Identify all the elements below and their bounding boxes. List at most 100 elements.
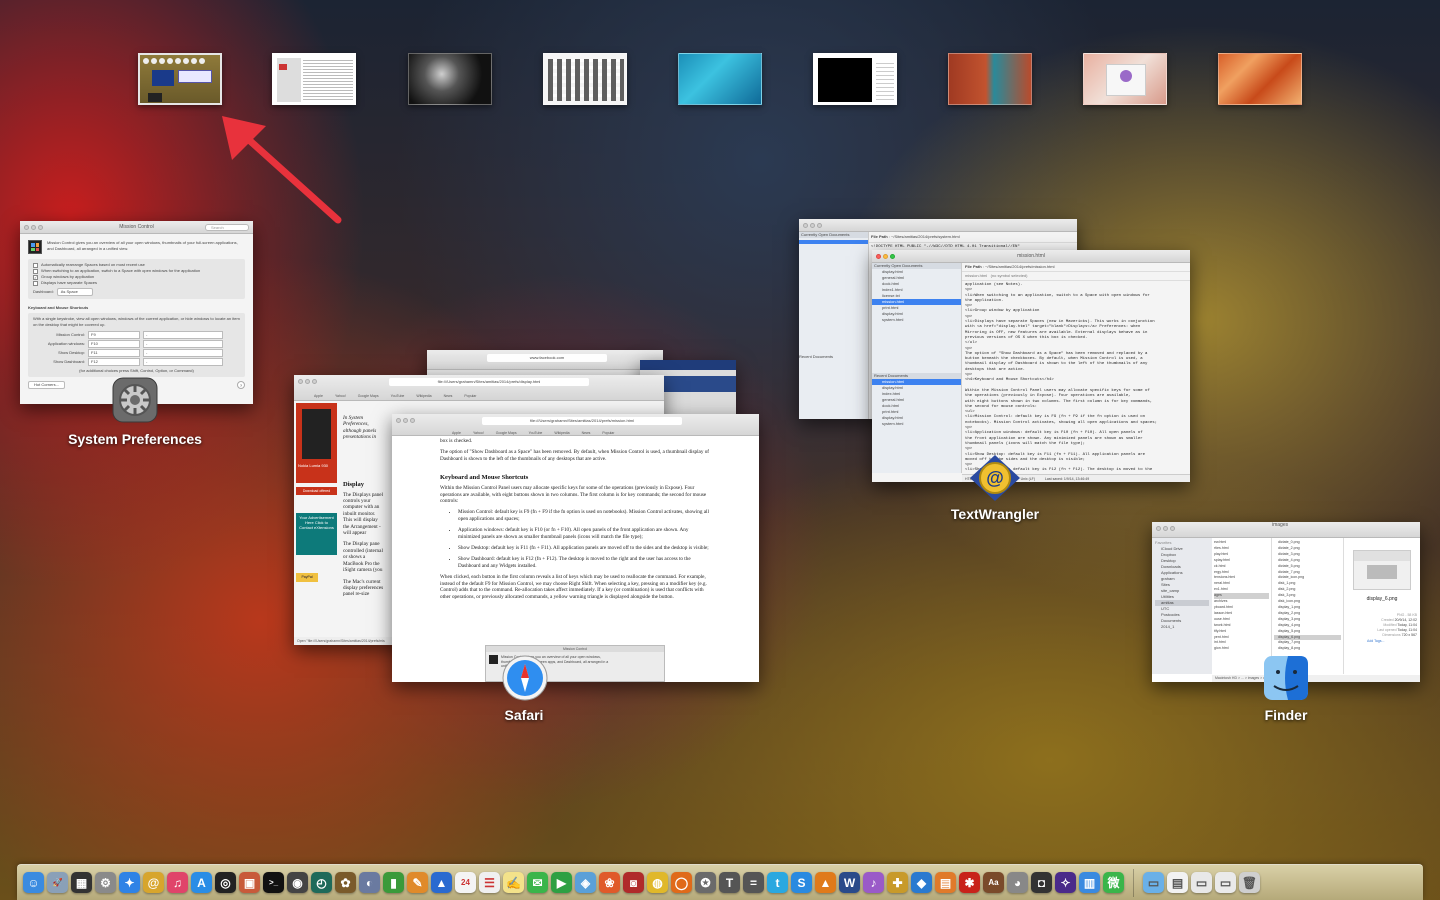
address-bar[interactable]: file:///Users/grahamn/Sites/amitias/2014… bbox=[482, 417, 682, 425]
checkbox[interactable] bbox=[33, 262, 38, 268]
address-bar[interactable]: www.facebook.com bbox=[487, 354, 607, 362]
shortcut-mouse-select[interactable]: - bbox=[143, 331, 223, 339]
maps-dock-icon[interactable]: ◈ bbox=[575, 872, 596, 893]
game-center-dock-icon[interactable]: ◕ bbox=[1007, 872, 1028, 893]
space-desktop-8-thumbnail[interactable] bbox=[1083, 53, 1167, 105]
shortcut-key-select[interactable]: F11 bbox=[88, 349, 140, 357]
app-store-dock-icon[interactable]: A bbox=[191, 872, 212, 893]
acrobat-dock-icon[interactable]: ✱ bbox=[959, 872, 980, 893]
activity-monitor-dock-icon[interactable]: ◉ bbox=[287, 872, 308, 893]
bookmark-item[interactable]: Popular bbox=[464, 390, 476, 403]
skype-dock-icon[interactable]: S bbox=[791, 872, 812, 893]
itunes-alt-dock-icon[interactable]: ♪ bbox=[863, 872, 884, 893]
documents-folder-dock-icon[interactable]: ▤ bbox=[1167, 872, 1188, 893]
symbol-menu[interactable]: (no symbol selected) bbox=[991, 273, 1028, 278]
finder-file-item[interactable]: display_8.png bbox=[1274, 646, 1341, 652]
time-machine-dock-icon[interactable]: ◴ bbox=[311, 872, 332, 893]
shortcut-key-select[interactable]: F9 bbox=[88, 331, 140, 339]
checkbox[interactable]: ✓ bbox=[33, 274, 38, 280]
terminal-dock-icon[interactable]: >_ bbox=[263, 872, 284, 893]
downloads-stack-dock-icon[interactable]: ▭ bbox=[1191, 872, 1212, 893]
preview-dock-icon[interactable]: ▣ bbox=[239, 872, 260, 893]
hot-corners-button[interactable]: Hot Corners... bbox=[28, 381, 65, 389]
word-dock-icon[interactable]: W bbox=[839, 872, 860, 893]
shortcut-mouse-select[interactable]: - bbox=[143, 340, 223, 348]
launchpad-dock-icon[interactable]: 🚀 bbox=[47, 872, 68, 893]
ad-nokia[interactable]: Nokia Lumia 930 bbox=[296, 403, 337, 483]
finder-dock-icon[interactable]: ☺ bbox=[23, 872, 44, 893]
sketch-dock-icon[interactable]: ◆ bbox=[911, 872, 932, 893]
bookmark-item[interactable]: News bbox=[444, 390, 453, 403]
recent-document-item[interactable]: system.html bbox=[872, 421, 961, 427]
bookmark-item[interactable]: Yahoo! bbox=[335, 390, 346, 403]
twitter-dock-icon[interactable]: t bbox=[767, 872, 788, 893]
dashboard-select[interactable]: As Space bbox=[56, 288, 93, 296]
reminders-dock-icon[interactable]: ☰ bbox=[479, 872, 500, 893]
finder-label[interactable]: Finder bbox=[1236, 707, 1336, 723]
window-controls[interactable] bbox=[24, 225, 43, 230]
keynote-dock-icon[interactable]: ▲ bbox=[431, 872, 452, 893]
messages-dock-icon[interactable]: ✉ bbox=[527, 872, 548, 893]
growl-dock-icon[interactable]: ✿ bbox=[335, 872, 356, 893]
bbedit-dock-icon[interactable]: ✚ bbox=[887, 872, 908, 893]
window-controls[interactable] bbox=[396, 418, 415, 423]
firefox-dock-icon[interactable]: ◯ bbox=[671, 872, 692, 893]
numbers-dock-icon[interactable]: ▮ bbox=[383, 872, 404, 893]
shortcut-key-select[interactable]: F10 bbox=[88, 340, 140, 348]
shortcut-mouse-select[interactable]: - bbox=[143, 349, 223, 357]
trash-dock-icon[interactable]: 🗑 bbox=[1239, 872, 1260, 893]
mission-control-dock-icon[interactable]: ▦ bbox=[71, 872, 92, 893]
pages-dock-icon[interactable]: ✎ bbox=[407, 872, 428, 893]
shortcut-key-select[interactable]: F12 bbox=[88, 358, 140, 366]
textwrangler-window-mission[interactable]: mission.html Currently Open Documents di… bbox=[872, 250, 1190, 482]
itunes-dock-icon[interactable]: ♫ bbox=[167, 872, 188, 893]
bookmark-item[interactable]: Apple bbox=[452, 427, 461, 440]
bookmark-item[interactable]: Google Maps bbox=[358, 390, 379, 403]
window-controls[interactable] bbox=[876, 254, 895, 259]
help-button[interactable]: ? bbox=[237, 381, 245, 389]
space-desktop-7-thumbnail[interactable] bbox=[948, 53, 1032, 105]
safari-label[interactable]: Safari bbox=[474, 707, 574, 723]
automator-dock-icon[interactable]: ✪ bbox=[695, 872, 716, 893]
stack-dock-icon[interactable]: ▭ bbox=[1215, 872, 1236, 893]
wechat-dock-icon[interactable]: 微 bbox=[1103, 872, 1124, 893]
disk-utility-dock-icon[interactable]: ◐ bbox=[359, 872, 380, 893]
space-dashboard-thumbnail[interactable] bbox=[138, 53, 222, 105]
dictionary-dock-icon[interactable]: Aa bbox=[983, 872, 1004, 893]
finder-column-item[interactable]: gion.html bbox=[1214, 646, 1269, 652]
code-editor[interactable]: application (see Notes). <p> <li>When sw… bbox=[962, 281, 1190, 473]
space-desktop-2-thumbnail[interactable] bbox=[272, 53, 356, 105]
function-menu[interactable]: mission.html bbox=[965, 273, 987, 278]
vlc-dock-icon[interactable]: ▲ bbox=[815, 872, 836, 893]
ibooks-dock-icon[interactable]: ▤ bbox=[935, 872, 956, 893]
bookmark-item[interactable]: Yahoo! bbox=[473, 427, 484, 440]
bookmark-item[interactable]: News bbox=[582, 427, 591, 440]
bookmark-item[interactable]: YouTube bbox=[391, 390, 405, 403]
shortcut-mouse-select[interactable]: - bbox=[143, 358, 223, 366]
window-controls[interactable] bbox=[803, 223, 822, 228]
space-desktop-5-thumbnail[interactable] bbox=[678, 53, 762, 105]
space-desktop-3-thumbnail[interactable] bbox=[408, 53, 492, 105]
calendar-dock-icon[interactable]: 24 bbox=[455, 872, 476, 893]
notes-dock-icon[interactable]: ✍ bbox=[503, 872, 524, 893]
textwrangler-label[interactable]: TextWrangler bbox=[930, 506, 1060, 522]
bookmark-item[interactable]: Popular bbox=[602, 427, 614, 440]
scanner-dock-icon[interactable]: ◘ bbox=[1031, 872, 1052, 893]
system-preferences-label[interactable]: System Preferences bbox=[40, 431, 230, 447]
ad-download-button[interactable]: Download offered bbox=[296, 487, 337, 495]
safari-window-mission[interactable]: file:///Users/grahamn/Sites/amitias/2014… bbox=[392, 414, 759, 682]
bookmark-item[interactable]: Google Maps bbox=[496, 427, 517, 440]
ad-contact-box[interactable]: Your Advertisement Here Click to Contact… bbox=[296, 513, 337, 555]
bookmark-item[interactable]: Wikipedia bbox=[554, 427, 569, 440]
window-controls[interactable] bbox=[298, 379, 317, 384]
bookmark-item[interactable]: YouTube bbox=[529, 427, 543, 440]
photo-booth-dock-icon[interactable]: ◙ bbox=[623, 872, 644, 893]
finder-sidebar-item[interactable]: 2014_1 bbox=[1155, 624, 1209, 630]
search-field[interactable]: Search bbox=[205, 224, 249, 231]
space-desktop-9-thumbnail[interactable] bbox=[1218, 53, 1302, 105]
option-checkbox-row[interactable]: Displays have separate Spaces bbox=[33, 280, 240, 286]
facetime-dock-icon[interactable]: ▶ bbox=[551, 872, 572, 893]
space-desktop-6-thumbnail[interactable] bbox=[813, 53, 897, 105]
applications-folder-dock-icon[interactable]: ▭ bbox=[1143, 872, 1164, 893]
window-controls[interactable] bbox=[1156, 526, 1175, 531]
